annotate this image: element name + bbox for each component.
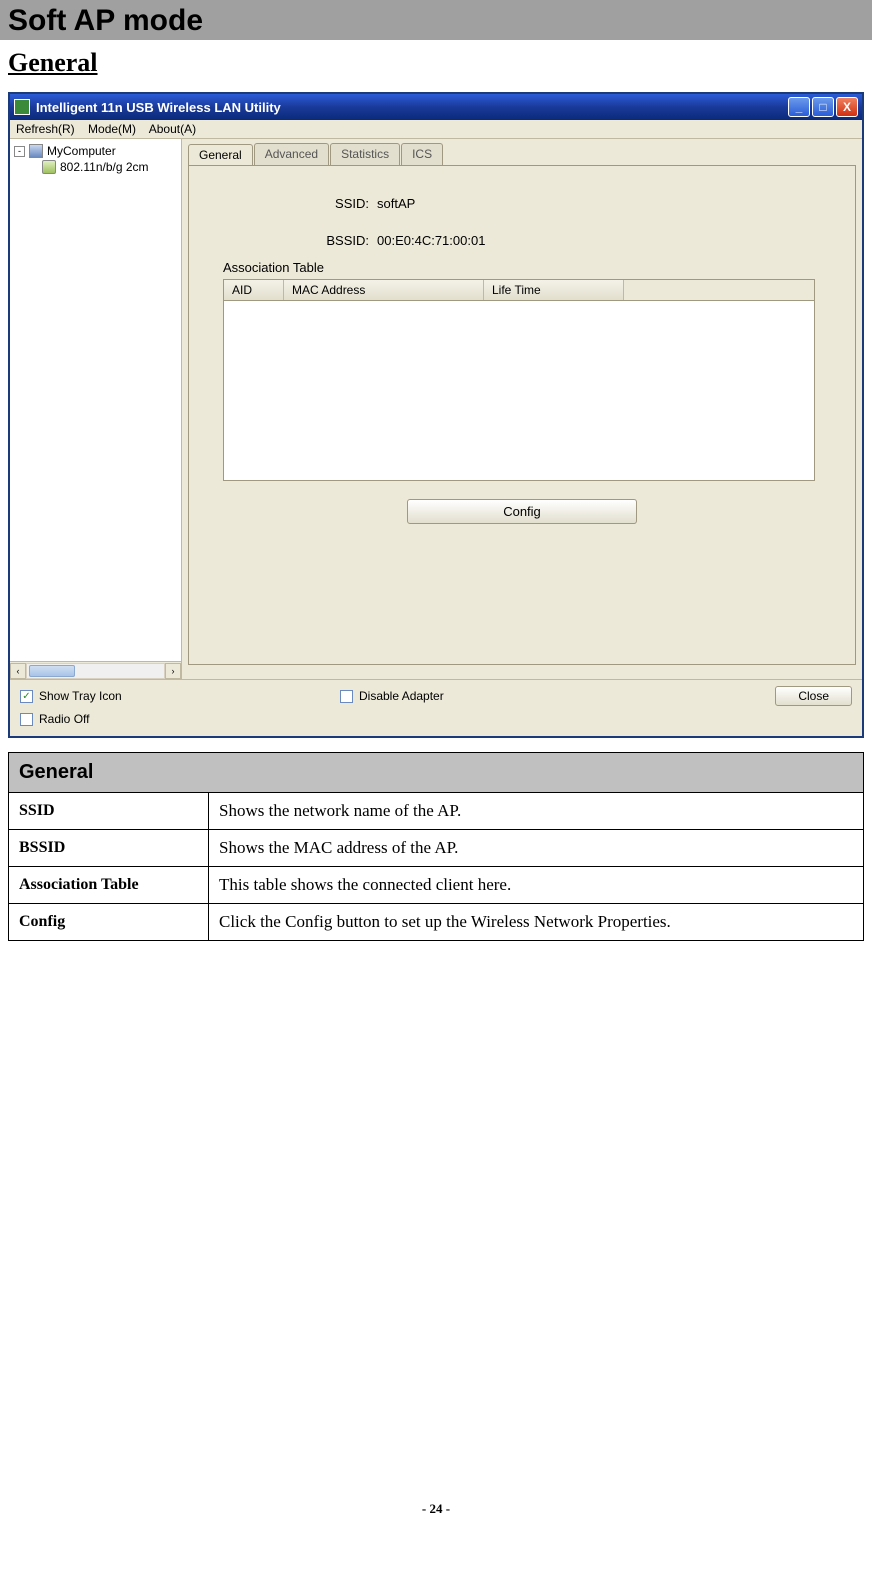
general-panel: SSID: softAP BSSID: 00:E0:4C:71:00:01 As… — [188, 165, 856, 665]
desc-table-header: General — [9, 753, 864, 793]
checkbox-checked-icon: ✓ — [20, 690, 33, 703]
radio-off-checkbox[interactable]: Radio Off — [20, 712, 340, 726]
show-tray-label: Show Tray Icon — [39, 689, 122, 703]
menu-mode[interactable]: Mode(M) — [88, 122, 136, 136]
association-table-label: Association Table — [223, 260, 815, 275]
desc-key: Association Table — [9, 867, 209, 904]
desc-val: Shows the MAC address of the AP. — [209, 830, 864, 867]
minimize-button[interactable]: _ — [788, 97, 810, 117]
window-close-button[interactable]: X — [836, 97, 858, 117]
menu-refresh[interactable]: Refresh(R) — [16, 122, 75, 136]
tree-pane: - MyComputer 802.11n/b/g 2cm ‹ › — [10, 139, 182, 679]
ssid-value: softAP — [377, 196, 415, 211]
tab-advanced[interactable]: Advanced — [254, 143, 329, 165]
checkbox-unchecked-icon — [20, 713, 33, 726]
association-table-header: AID MAC Address Life Time — [223, 279, 815, 301]
bssid-row: BSSID: 00:E0:4C:71:00:01 — [299, 233, 815, 248]
desc-key: SSID — [9, 793, 209, 830]
association-table-body — [223, 301, 815, 481]
tree-horizontal-scrollbar[interactable]: ‹ › — [10, 661, 181, 679]
checkbox-unchecked-icon — [340, 690, 353, 703]
scroll-right-icon[interactable]: › — [165, 663, 181, 679]
app-window: Intelligent 11n USB Wireless LAN Utility… — [8, 92, 864, 738]
desc-val: Shows the network name of the AP. — [209, 793, 864, 830]
main-pane: General Advanced Statistics ICS SSID: so… — [182, 139, 862, 679]
section-heading-general: General — [8, 48, 864, 78]
tree-adapter-label: 802.11n/b/g 2cm — [60, 160, 149, 174]
window-title: Intelligent 11n USB Wireless LAN Utility — [36, 100, 786, 115]
bssid-value: 00:E0:4C:71:00:01 — [377, 233, 485, 248]
desc-key: BSSID — [9, 830, 209, 867]
menu-about[interactable]: About(A) — [149, 122, 196, 136]
menubar: Refresh(R) Mode(M) About(A) — [10, 120, 862, 139]
desc-val: This table shows the connected client he… — [209, 867, 864, 904]
client-area: - MyComputer 802.11n/b/g 2cm ‹ › General… — [10, 139, 862, 679]
tree-root-label: MyComputer — [47, 144, 116, 158]
app-icon — [14, 99, 30, 115]
bssid-label: BSSID: — [299, 233, 369, 248]
table-row: Association Table This table shows the c… — [9, 867, 864, 904]
computer-icon — [29, 144, 43, 158]
show-tray-checkbox[interactable]: ✓ Show Tray Icon — [20, 689, 340, 703]
col-mac[interactable]: MAC Address — [284, 280, 484, 300]
scroll-track[interactable] — [26, 663, 165, 679]
page-title: Soft AP mode — [8, 4, 864, 38]
disable-adapter-checkbox[interactable]: Disable Adapter — [340, 689, 775, 703]
tab-general[interactable]: General — [188, 144, 253, 166]
ssid-row: SSID: softAP — [299, 196, 815, 211]
table-row: SSID Shows the network name of the AP. — [9, 793, 864, 830]
tabstrip: General Advanced Statistics ICS — [182, 139, 862, 165]
page-title-bar: Soft AP mode — [0, 0, 872, 40]
tab-ics[interactable]: ICS — [401, 143, 443, 165]
bottom-bar: ✓ Show Tray Icon Disable Adapter Close R… — [10, 679, 862, 736]
close-button[interactable]: Close — [775, 686, 852, 706]
association-table: AID MAC Address Life Time — [223, 279, 815, 481]
config-button[interactable]: Config — [407, 499, 637, 524]
maximize-button[interactable]: □ — [812, 97, 834, 117]
description-table: General SSID Shows the network name of t… — [8, 752, 864, 941]
table-row: BSSID Shows the MAC address of the AP. — [9, 830, 864, 867]
col-aid[interactable]: AID — [224, 280, 284, 300]
tree-root-row[interactable]: - MyComputer — [14, 143, 177, 159]
desc-key: Config — [9, 904, 209, 941]
scroll-left-icon[interactable]: ‹ — [10, 663, 26, 679]
tree-adapter-row[interactable]: 802.11n/b/g 2cm — [14, 159, 177, 175]
table-row: Config Click the Config button to set up… — [9, 904, 864, 941]
col-life[interactable]: Life Time — [484, 280, 624, 300]
disable-adapter-label: Disable Adapter — [359, 689, 444, 703]
ssid-label: SSID: — [299, 196, 369, 211]
page-footer: - 24 - — [0, 1501, 872, 1537]
adapter-icon — [42, 160, 56, 174]
collapse-icon[interactable]: - — [14, 146, 25, 157]
titlebar: Intelligent 11n USB Wireless LAN Utility… — [10, 94, 862, 120]
desc-val: Click the Config button to set up the Wi… — [209, 904, 864, 941]
tab-statistics[interactable]: Statistics — [330, 143, 400, 165]
radio-off-label: Radio Off — [39, 712, 89, 726]
scroll-thumb[interactable] — [29, 665, 75, 677]
